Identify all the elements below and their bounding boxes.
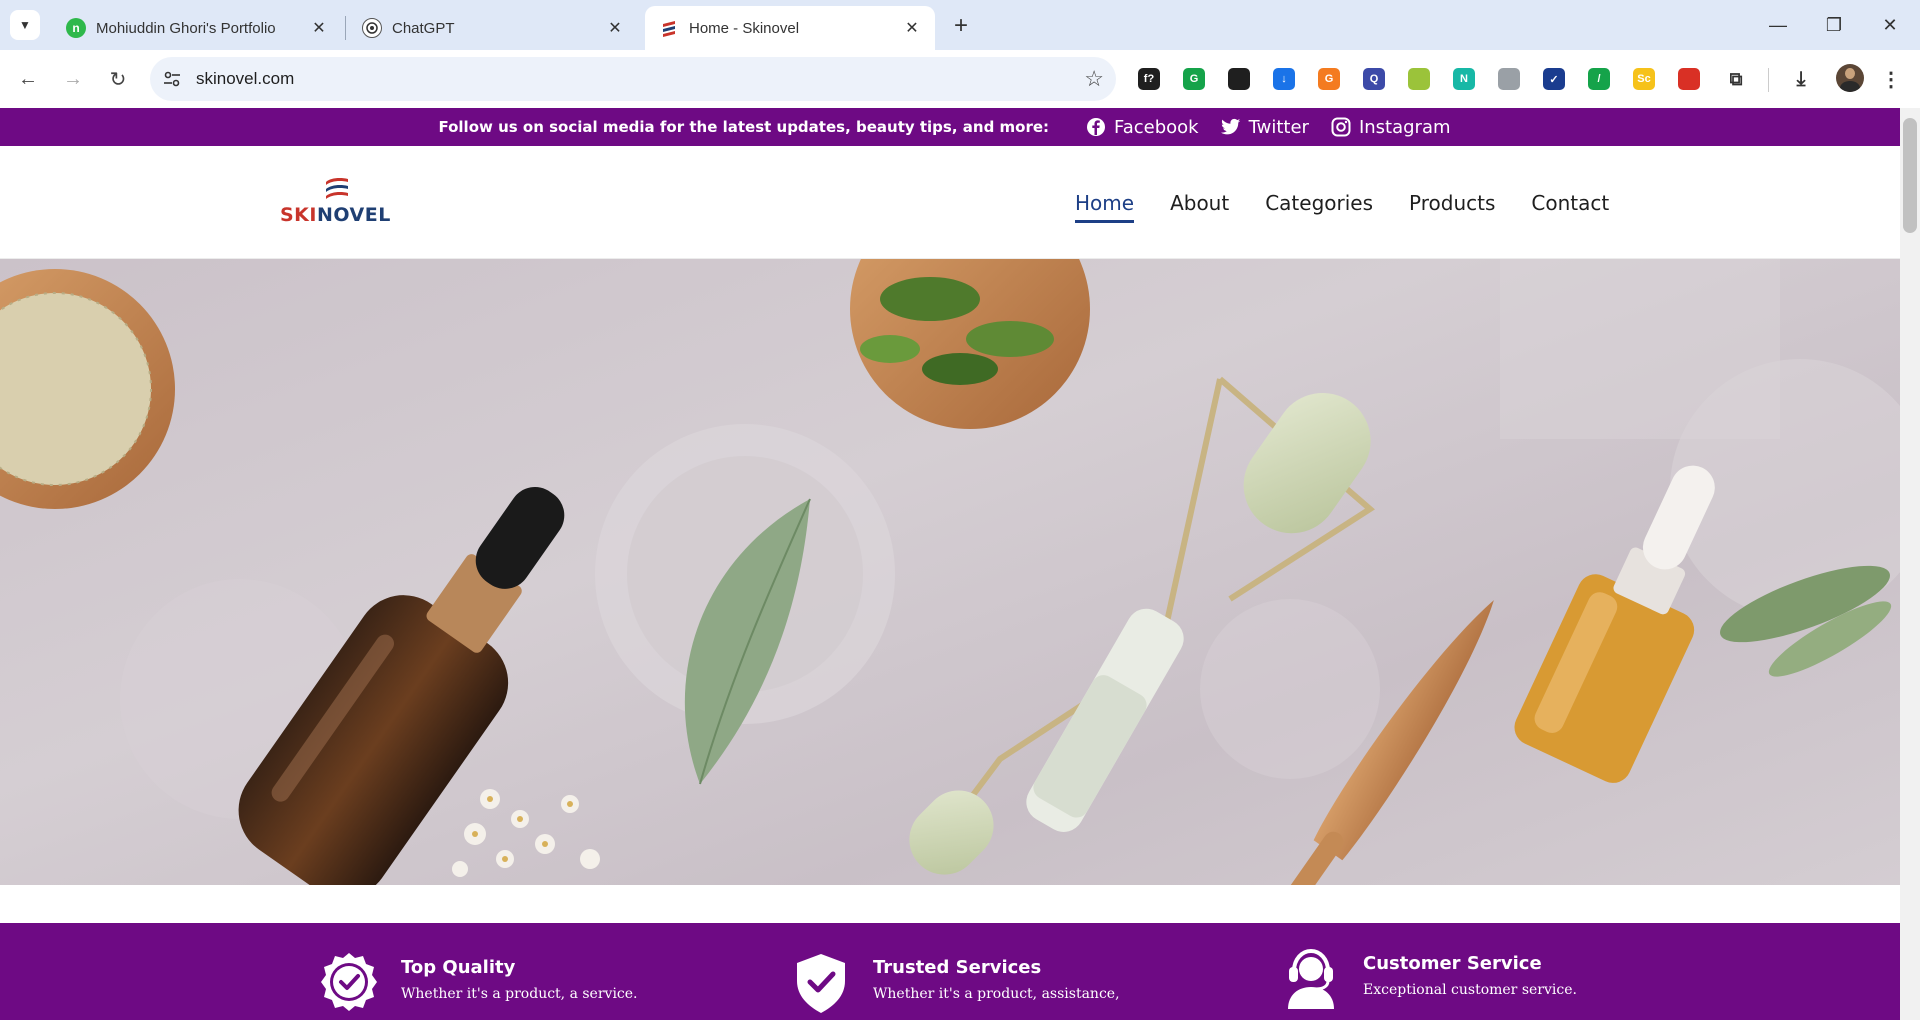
toolbar-divider xyxy=(1768,68,1769,92)
close-icon[interactable]: ✕ xyxy=(901,17,923,39)
tab-skinovel[interactable]: Home - Skinovel ✕ xyxy=(645,6,935,50)
check-extension-icon[interactable]: ✓ xyxy=(1543,68,1565,90)
arrow-left-icon: ← xyxy=(18,67,38,90)
profile-avatar[interactable] xyxy=(1836,64,1864,92)
restore-icon: ❐ xyxy=(1825,14,1843,35)
bulb-extension-icon[interactable] xyxy=(1408,68,1430,90)
instagram-link-label: Instagram xyxy=(1358,116,1451,138)
g-extension-icon[interactable]: G xyxy=(1318,68,1340,90)
tab-chatgpt[interactable]: ChatGPT ✕ xyxy=(348,6,638,50)
back-button[interactable]: ← xyxy=(10,61,46,97)
chevron-down-icon: ▼ xyxy=(19,18,31,32)
close-icon[interactable]: ✕ xyxy=(604,17,626,39)
feature-title: Top Quality xyxy=(401,957,516,978)
sc-extension-icon[interactable]: Sc xyxy=(1633,68,1655,90)
address-bar[interactable]: skinovel.com ☆ xyxy=(150,57,1116,101)
feature-trusted-services: Trusted Services Whether it's a product,… xyxy=(790,951,1190,1020)
nav-home[interactable]: Home xyxy=(1075,185,1135,223)
page-scrollbar[interactable] xyxy=(1900,108,1920,1020)
features-band: Top Quality Whether it's a product, a se… xyxy=(0,923,1900,1020)
hero-illustration xyxy=(0,259,1900,885)
instagram-link[interactable]: Instagram xyxy=(1331,117,1451,138)
eyedropper-extension-icon[interactable] xyxy=(1228,68,1250,90)
social-message: Follow us on social media for the latest… xyxy=(438,118,1050,136)
feature-customer-service: Customer Service Exceptional customer se… xyxy=(1280,947,1640,1017)
main-nav: Home About Categories Products Contact xyxy=(1075,146,1645,259)
tab-title: Mohiuddin Ghori's Portfolio xyxy=(96,19,276,37)
downloads-icon[interactable]: ⤓ xyxy=(1790,68,1812,90)
browser-tab-bar: ▼ n Mohiuddin Ghori's Portfolio ✕ ChatGP… xyxy=(0,0,1920,50)
feature-title: Customer Service xyxy=(1363,953,1542,974)
social-announcement-bar: Follow us on social media for the latest… xyxy=(0,108,1900,146)
logo-text: SKINOVEL xyxy=(280,204,391,226)
tab-portfolio[interactable]: n Mohiuddin Ghori's Portfolio ✕ xyxy=(52,6,342,50)
search-extension-icon[interactable]: Q xyxy=(1363,68,1385,90)
extensions-puzzle-icon[interactable]: ⧉ xyxy=(1725,68,1747,90)
chatgpt-favicon-icon xyxy=(362,18,382,38)
nav-products[interactable]: Products xyxy=(1409,185,1495,221)
facebook-icon xyxy=(1087,118,1106,136)
script-extension-icon[interactable]: f? xyxy=(1138,68,1160,90)
hero-banner-image xyxy=(0,259,1900,885)
headset-support-icon xyxy=(1288,948,1334,1009)
arrow-right-icon: → xyxy=(63,67,83,90)
minimize-icon: — xyxy=(1769,14,1787,35)
page-viewport: Follow us on social media for the latest… xyxy=(0,108,1900,1020)
download-extension-icon[interactable]: ↓ xyxy=(1273,68,1295,90)
nav-categories[interactable]: Categories xyxy=(1265,185,1373,221)
feature-description: Whether it's a product, a service. xyxy=(401,986,638,1002)
tab-title: ChatGPT xyxy=(392,19,455,37)
minimize-button[interactable]: — xyxy=(1750,0,1806,50)
nav-contact[interactable]: Contact xyxy=(1531,185,1609,221)
shield-check-icon xyxy=(797,954,845,1013)
tab-divider xyxy=(345,16,346,40)
facebook-link[interactable]: Facebook xyxy=(1086,117,1199,138)
logo-text-part2: NOVEL xyxy=(316,204,391,226)
twitter-link-label: Twitter xyxy=(1248,116,1309,138)
close-icon[interactable]: ✕ xyxy=(308,17,330,39)
new-tab-button[interactable]: + xyxy=(945,10,977,42)
more-menu-icon[interactable]: ⋮ xyxy=(1880,68,1902,91)
site-header: SKINOVEL Home About Categories Products … xyxy=(0,146,1900,259)
feature-description: Exceptional customer service. xyxy=(1363,982,1577,998)
pokeball-extension-icon[interactable] xyxy=(1678,68,1700,90)
browser-toolbar: ← → ↻ skinovel.com ☆ f? G ↓ G Q N ✓ / Sc ⧉ ⤓ ⋮ xyxy=(0,50,1920,108)
feature-title: Trusted Services xyxy=(873,957,1042,978)
feature-top-quality: Top Quality Whether it's a product, a se… xyxy=(318,951,678,1020)
scrollbar-thumb[interactable] xyxy=(1903,118,1917,233)
restore-button[interactable]: ❐ xyxy=(1806,0,1862,50)
instagram-icon xyxy=(1331,117,1351,137)
plus-icon: + xyxy=(953,12,968,39)
nav-about[interactable]: About xyxy=(1170,185,1229,221)
url-text[interactable]: skinovel.com xyxy=(196,69,294,89)
twitter-icon xyxy=(1220,118,1240,135)
notion-extension-icon[interactable]: N xyxy=(1453,68,1475,90)
close-window-button[interactable]: ✕ xyxy=(1862,0,1918,50)
tab-title: Home - Skinovel xyxy=(689,19,800,37)
facebook-link-label: Facebook xyxy=(1114,116,1199,138)
bookmark-star-icon[interactable]: ☆ xyxy=(1084,66,1104,92)
site-logo[interactable]: SKINOVEL xyxy=(280,176,395,232)
reload-button[interactable]: ↻ xyxy=(100,61,136,97)
logo-text-part1: SKI xyxy=(280,204,317,226)
feature-description: Whether it's a product, assistance, xyxy=(873,986,1120,1002)
skinovel-favicon-icon xyxy=(659,18,679,38)
image-extension-icon[interactable] xyxy=(1498,68,1520,90)
site-settings-icon[interactable] xyxy=(162,69,182,89)
quality-badge-check-icon xyxy=(321,953,377,1011)
grammarly-extension-icon[interactable]: G xyxy=(1183,68,1205,90)
tab-search-button[interactable]: ▼ xyxy=(10,10,40,40)
portfolio-favicon-icon: n xyxy=(66,18,86,38)
logo-mark-icon xyxy=(326,178,348,199)
pen-extension-icon[interactable]: / xyxy=(1588,68,1610,90)
forward-button[interactable]: → xyxy=(55,61,91,97)
twitter-link[interactable]: Twitter xyxy=(1220,116,1309,138)
reload-icon: ↻ xyxy=(109,68,127,91)
close-icon: ✕ xyxy=(1882,14,1898,35)
